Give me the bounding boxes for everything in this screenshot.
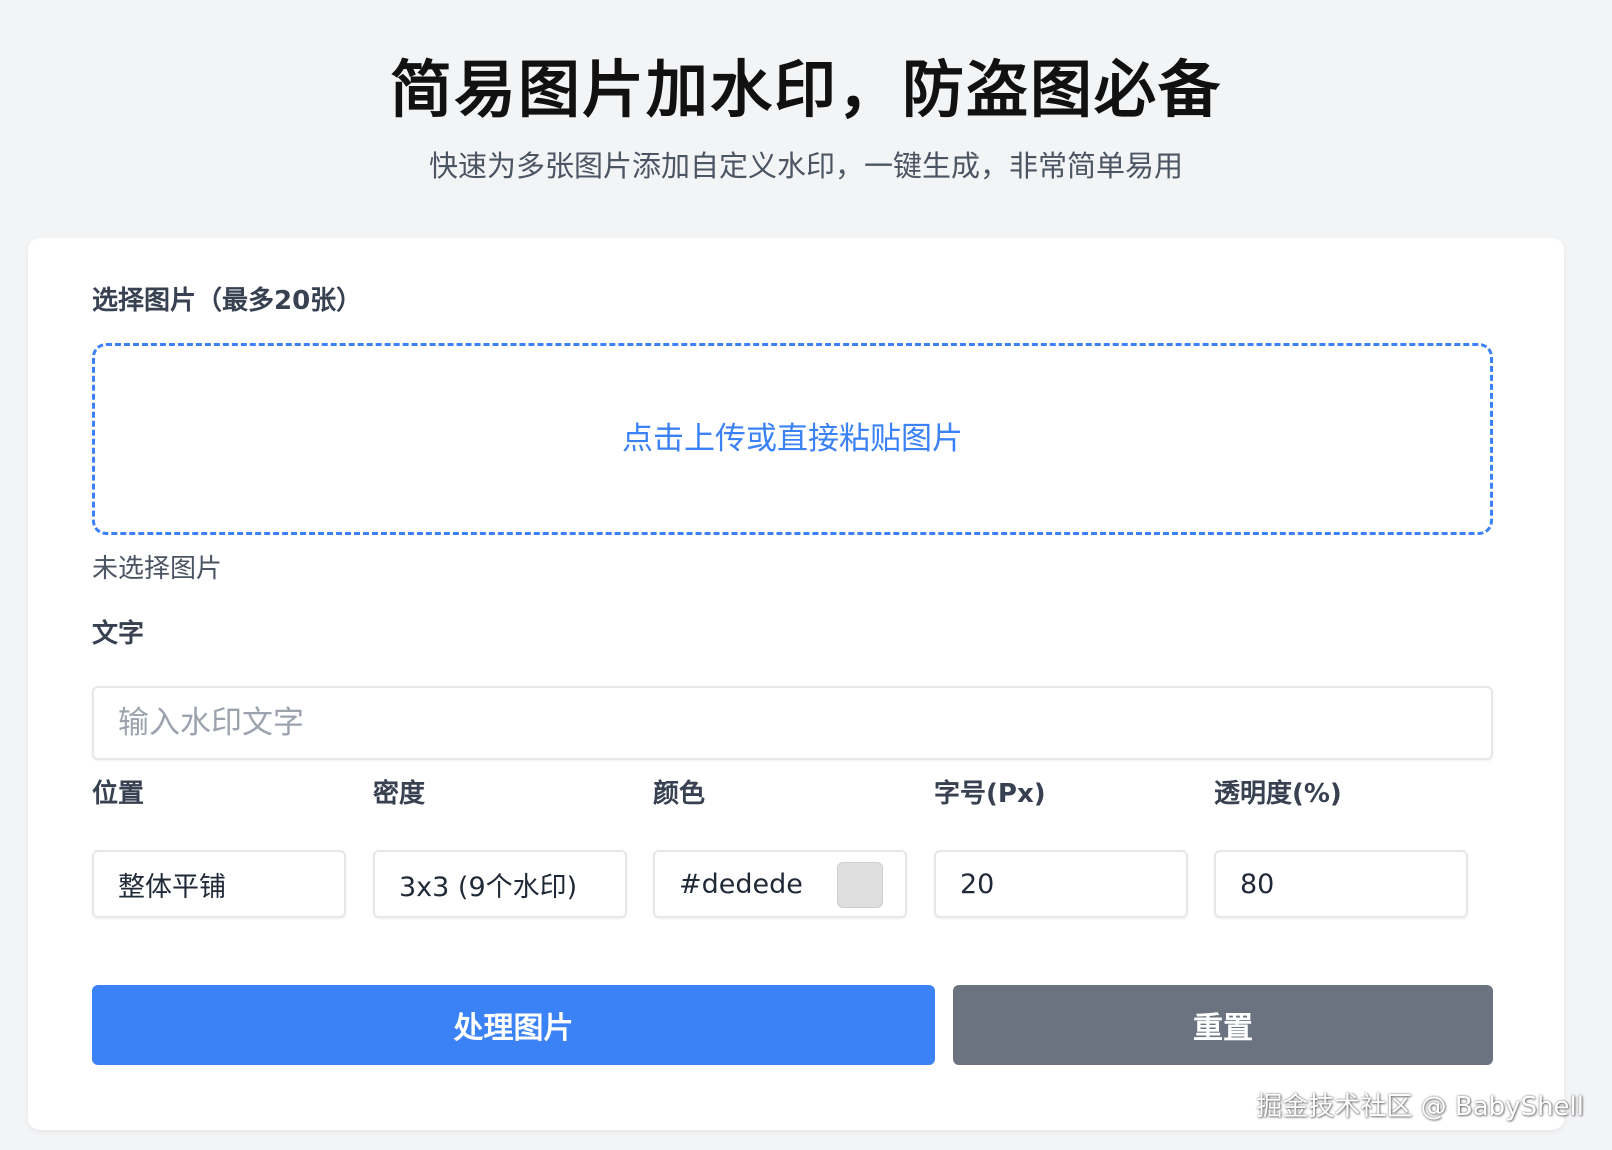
position-label: 位置 — [92, 779, 145, 809]
watermark-text-input[interactable] — [92, 686, 1493, 760]
upload-label: 选择图片（最多20张） — [92, 286, 363, 316]
reset-button[interactable]: 重置 — [953, 985, 1493, 1065]
source-watermark: 掘金技术社区 @ BabyShell — [1256, 1092, 1584, 1122]
font-size-input[interactable] — [934, 850, 1188, 918]
image-upload-dropzone[interactable]: 点击上传或直接粘贴图片 — [92, 343, 1493, 535]
font-size-field[interactable] — [960, 868, 1162, 900]
process-images-button[interactable]: 处理图片 — [92, 985, 935, 1065]
position-select[interactable]: 整体平铺 — [92, 850, 346, 918]
font-size-label: 字号(Px) — [934, 779, 1046, 809]
color-input[interactable]: #dedede — [653, 850, 907, 918]
file-selection-status: 未选择图片 — [92, 554, 223, 584]
color-value: #dedede — [679, 868, 803, 900]
page-title: 简易图片加水印，防盗图必备 — [389, 53, 1222, 126]
color-label: 颜色 — [653, 779, 706, 809]
page-subtitle: 快速为多张图片添加自定义水印，一键生成，非常简单易用 — [428, 149, 1183, 183]
color-swatch-picker[interactable] — [837, 862, 883, 908]
watermark-form-card: 选择图片（最多20张） 点击上传或直接粘贴图片 未选择图片 文字 位置 密度 颜… — [28, 238, 1564, 1130]
opacity-label: 透明度(%) — [1214, 779, 1342, 809]
density-value: 3x3 (9个水印) — [399, 871, 578, 903]
upload-prompt: 点击上传或直接粘贴图片 — [622, 421, 963, 457]
density-select[interactable]: 3x3 (9个水印) — [373, 850, 627, 918]
position-value: 整体平铺 — [118, 871, 226, 903]
text-field-label: 文字 — [92, 619, 145, 649]
opacity-input[interactable] — [1214, 850, 1468, 918]
density-label: 密度 — [373, 779, 426, 809]
opacity-field[interactable] — [1240, 868, 1442, 900]
